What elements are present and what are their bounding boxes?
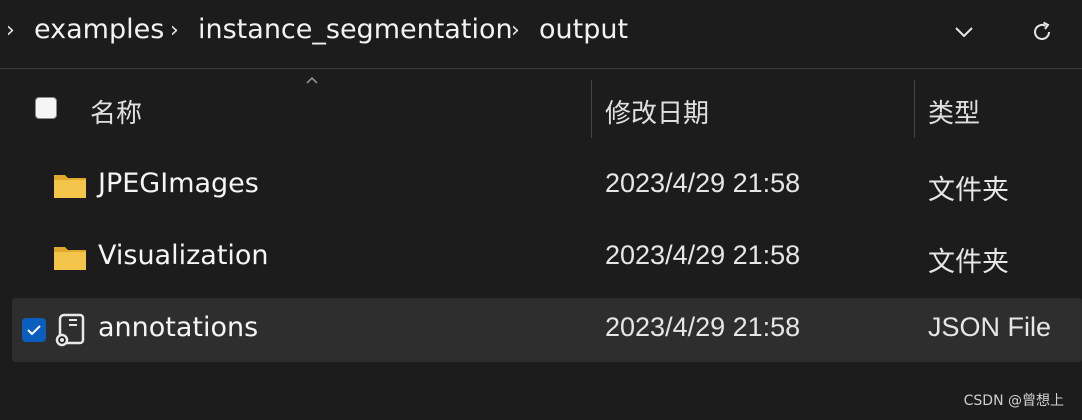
breadcrumb-item-instance-segmentation[interactable]: instance_segmentation	[198, 14, 513, 45]
file-name: annotations	[98, 312, 259, 343]
column-header-type[interactable]: 类型	[928, 93, 980, 130]
checkmark-icon	[27, 325, 41, 336]
sort-ascending-icon	[306, 76, 318, 84]
json-file-icon	[55, 313, 85, 347]
file-row-visualization[interactable]: Visualization 2023/4/29 21:58 文件夹	[12, 226, 1082, 290]
file-type: 文件夹	[928, 247, 1009, 278]
file-type: JSON File	[928, 312, 1052, 342]
file-name: Visualization	[98, 240, 269, 271]
file-modified-date: 2023/4/29 21:58	[605, 240, 801, 270]
file-type: 文件夹	[928, 175, 1009, 206]
file-row-jpegimages[interactable]: JPEGImages 2023/4/29 21:58 文件夹	[12, 154, 1082, 218]
column-header: 名称 修改日期 类型	[0, 69, 1082, 151]
file-modified-date: 2023/4/29 21:58	[605, 312, 801, 342]
watermark: CSDN @曾想上	[963, 393, 1064, 409]
column-header-modified[interactable]: 修改日期	[605, 93, 709, 130]
address-bar: › examples › instance_segmentation › out…	[0, 0, 1082, 69]
breadcrumb-item-output[interactable]: output	[539, 14, 628, 45]
breadcrumb-chevron-icon[interactable]: ›	[6, 18, 15, 43]
column-divider[interactable]	[914, 80, 915, 138]
file-modified-date: 2023/4/29 21:58	[605, 168, 801, 198]
select-all-checkbox[interactable]	[35, 97, 57, 119]
column-header-name[interactable]: 名称	[90, 93, 142, 130]
folder-icon	[54, 175, 86, 198]
row-checkbox-checked[interactable]	[22, 318, 46, 342]
breadcrumb-chevron-icon[interactable]: ›	[511, 18, 520, 43]
file-name: JPEGImages	[98, 168, 259, 199]
file-row-annotations[interactable]: annotations 2023/4/29 21:58 JSON File	[12, 298, 1082, 362]
breadcrumb-item-examples[interactable]: examples	[34, 14, 164, 45]
breadcrumb-chevron-icon[interactable]: ›	[170, 18, 179, 43]
folder-icon	[54, 247, 86, 270]
refresh-icon[interactable]	[1022, 14, 1062, 50]
chevron-down-icon[interactable]	[944, 14, 984, 50]
column-divider[interactable]	[591, 80, 592, 138]
